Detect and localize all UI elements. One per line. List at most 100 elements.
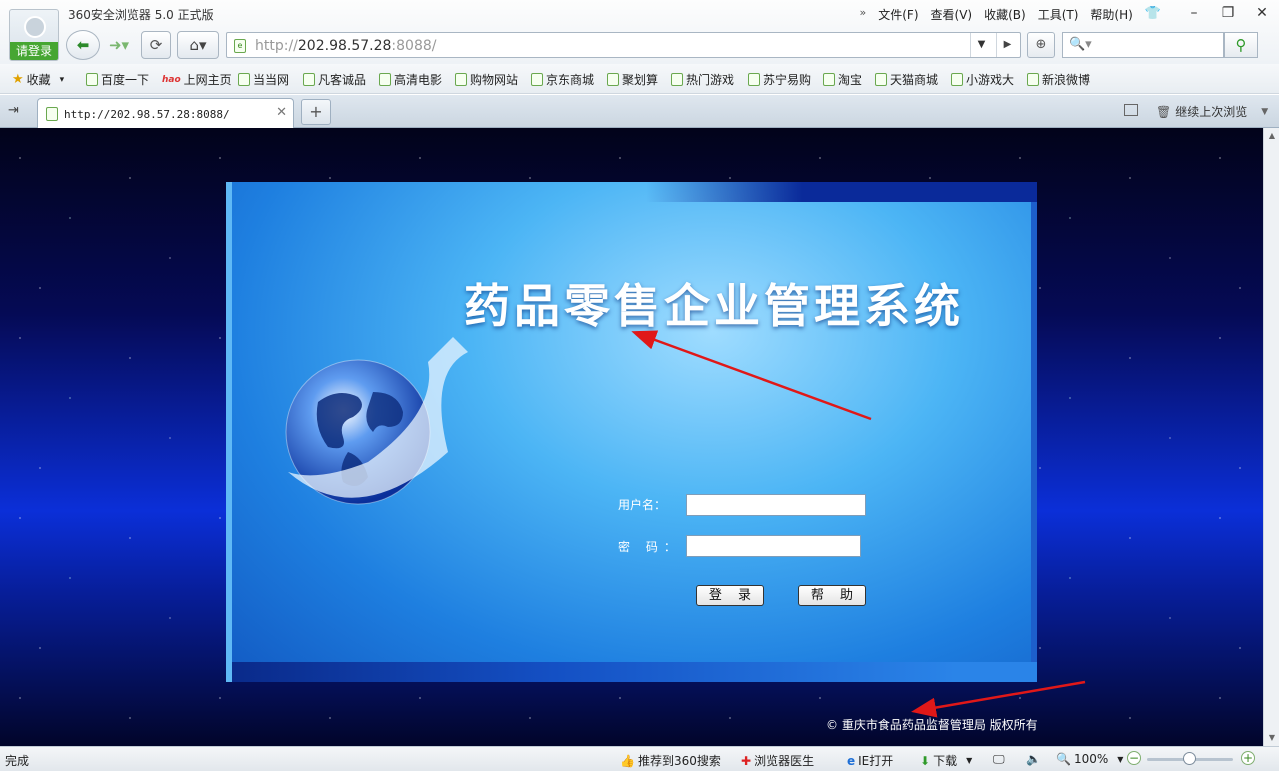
window-title: 360安全浏览器 5.0 正式版 <box>68 8 214 22</box>
fav-item-minigames[interactable]: 小游戏大 <box>951 71 1014 88</box>
restore-last-session[interactable]: 🗑 继续上次浏览 ▼ <box>1156 103 1268 120</box>
fav-label: 京东商城 <box>546 73 595 87</box>
download-icon: ⬇ <box>920 753 931 768</box>
tab-bar: ⇥ http://202.98.57.28:8088/ ✕ + 🗑 继续上次浏览… <box>0 95 1279 128</box>
fav-label: 百度一下 <box>101 73 150 87</box>
fav-item-games[interactable]: 热门游戏 <box>671 71 734 88</box>
menu-more-icon[interactable]: » <box>860 6 867 23</box>
user-avatar[interactable]: 请登录 <box>9 9 59 61</box>
page-icon <box>86 73 98 86</box>
page-icon <box>875 73 887 86</box>
panel-frame-left <box>226 182 232 682</box>
search-input[interactable]: 🔍▾ <box>1062 32 1224 58</box>
minimize-icon[interactable]: – <box>1177 0 1211 26</box>
fav-item-baidu[interactable]: 百度一下 <box>86 71 149 88</box>
menu-help[interactable]: 帮助(H) <box>1090 6 1132 23</box>
search-engine-icon[interactable]: 🔍▾ <box>1069 37 1092 52</box>
scroll-down-icon[interactable]: ▼ <box>1264 730 1279 746</box>
page-icon <box>379 73 391 86</box>
doctor-label: 浏览器医生 <box>754 754 815 768</box>
fav-item-tmall[interactable]: 天猫商城 <box>875 71 938 88</box>
url-host: 202.98.57.28 <box>297 38 392 54</box>
globe-logo-icon <box>285 337 468 505</box>
browser-doctor[interactable]: ✚ 浏览器医生 <box>741 752 814 769</box>
page-icon <box>455 73 467 86</box>
username-label: 用户名： <box>618 498 667 512</box>
panel-frame-right <box>1031 182 1037 682</box>
zoom-control[interactable]: 🔍 100% ▼ <box>1056 752 1123 766</box>
star-icon: ★ <box>12 72 24 87</box>
login-button[interactable]: 请登录 <box>10 42 58 60</box>
chevron-down-icon: ▼ <box>966 756 973 765</box>
vertical-scrollbar[interactable]: ▲ ▼ <box>1263 128 1279 746</box>
fav-item-jd[interactable]: 京东商城 <box>531 71 594 88</box>
zoom-slider-handle[interactable] <box>1183 752 1196 765</box>
zoom-out-icon[interactable]: − <box>1127 751 1141 765</box>
scroll-up-icon[interactable]: ▲ <box>1264 128 1279 144</box>
fav-item-juhuasuan[interactable]: 聚划算 <box>607 71 658 88</box>
avatar-icon <box>24 16 46 38</box>
menu-view[interactable]: 查看(V) <box>931 6 973 23</box>
recommend-360-search[interactable]: 👍 推荐到360搜索 <box>620 752 721 769</box>
url-port-path: :8088/ <box>391 38 437 54</box>
menu-bar: » 文件(F) 查看(V) 收藏(B) 工具(T) 帮助(H) 👕 <box>860 6 1161 23</box>
security-shield-icon[interactable]: ⊕ <box>1027 32 1055 58</box>
page-icon <box>671 73 683 86</box>
close-icon[interactable]: ✕ <box>1245 0 1279 26</box>
address-url[interactable]: http://202.98.57.28:8088/ <box>255 38 436 54</box>
fav-label: 热门游戏 <box>686 73 735 87</box>
title-bar: 请登录 360安全浏览器 5.0 正式版 » 文件(F) 查看(V) 收藏(B)… <box>0 0 1279 64</box>
menu-file[interactable]: 文件(F) <box>878 6 918 23</box>
panel-bottom-band <box>232 662 1037 682</box>
login-submit-button[interactable]: 登 录 <box>696 585 764 606</box>
help-button[interactable]: 帮 助 <box>798 585 866 606</box>
system-title: 药品零售企业管理系统 <box>464 279 964 333</box>
fav-item-weibo[interactable]: 新浪微博 <box>1027 71 1090 88</box>
zoom-label: 100% <box>1073 752 1109 766</box>
chevron-down-icon[interactable]: ▼ <box>1261 107 1268 117</box>
go-icon[interactable]: ▶ <box>996 33 1018 57</box>
fav-label: 当当网 <box>253 73 290 87</box>
back-button[interactable]: ⬅ <box>66 30 100 60</box>
page-icon <box>951 73 963 86</box>
tab-overview-icon[interactable] <box>1124 104 1138 116</box>
fav-item-vancl[interactable]: 凡客诚品 <box>303 71 366 88</box>
download-button[interactable]: ⬇ 下载 ▼ <box>920 752 972 769</box>
tab-active[interactable]: http://202.98.57.28:8088/ ✕ <box>37 98 294 128</box>
fav-label: 天猫商城 <box>890 73 939 87</box>
new-tab-button[interactable]: + <box>301 99 331 125</box>
fav-item-taobao[interactable]: 淘宝 <box>823 71 862 88</box>
volume-icon[interactable]: 🔈 <box>1026 752 1041 766</box>
restore-icon[interactable]: ❐ <box>1211 0 1245 26</box>
refresh-button[interactable]: ⟳ <box>141 31 171 59</box>
username-input[interactable] <box>686 494 866 516</box>
fav-item-dangdang[interactable]: 当当网 <box>238 71 289 88</box>
page-icon <box>46 107 58 121</box>
address-bar[interactable]: e http://202.98.57.28:8088/ ▼ ▶ <box>226 32 1021 58</box>
sidebar-toggle-icon[interactable]: ⇥ <box>8 103 19 118</box>
home-button[interactable]: ⌂▾ <box>177 31 219 59</box>
page-icon <box>607 73 619 86</box>
menu-tools[interactable]: 工具(T) <box>1038 6 1079 23</box>
tab-label: http://202.98.57.28:8088/ <box>64 108 230 121</box>
page-icon <box>1027 73 1039 86</box>
menu-favorites[interactable]: 收藏(B) <box>984 6 1026 23</box>
tab-close-icon[interactable]: ✕ <box>276 105 287 120</box>
fav-item-hao[interactable]: hao 上网主页 <box>162 71 232 88</box>
address-dropdown-icon[interactable]: ▼ <box>970 33 992 57</box>
skin-icon[interactable]: 👕 <box>1145 6 1161 23</box>
forward-button[interactable]: ➜▾ <box>102 31 136 59</box>
screen-icon[interactable]: 🖵 <box>993 752 1005 767</box>
ie-open[interactable]: e IE打开 <box>847 752 893 769</box>
search-button[interactable]: ⚲ <box>1224 32 1258 58</box>
favorites-menu[interactable]: ★ 收藏 ▾ <box>12 71 64 88</box>
fav-label: 新浪微博 <box>1042 73 1091 87</box>
zoom-in-icon[interactable]: + <box>1241 751 1255 765</box>
fav-item-suning[interactable]: 苏宁易购 <box>748 71 811 88</box>
fav-item-movies[interactable]: 高清电影 <box>379 71 442 88</box>
zoom-icon: 🔍 <box>1056 752 1071 766</box>
chevron-down-icon: ▾ <box>59 74 65 85</box>
search-icon: ⚲ <box>1235 36 1247 54</box>
fav-item-shopping[interactable]: 购物网站 <box>455 71 518 88</box>
password-input[interactable] <box>686 535 861 557</box>
